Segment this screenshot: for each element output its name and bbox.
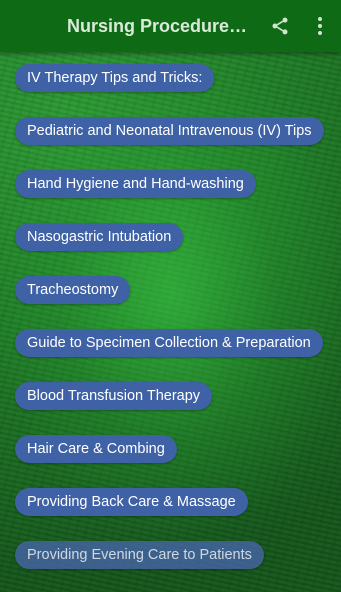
topic-item-hand-hygiene[interactable]: Hand Hygiene and Hand-washing	[15, 170, 256, 198]
topic-item-evening-care[interactable]: Providing Evening Care to Patients	[15, 541, 264, 569]
more-vert-icon[interactable]	[310, 15, 330, 37]
topic-item-hair-care[interactable]: Hair Care & Combing	[15, 435, 177, 463]
topic-item-back-care[interactable]: Providing Back Care & Massage	[15, 488, 248, 516]
app-title: Nursing Procedures...	[67, 15, 252, 36]
topic-item-blood-transfusion[interactable]: Blood Transfusion Therapy	[15, 382, 213, 410]
app-bar: Nursing Procedures...	[0, 0, 341, 52]
topic-item-iv-therapy-tips[interactable]: IV Therapy Tips and Tricks:	[15, 64, 215, 92]
hamburger-menu-icon[interactable]	[17, 17, 39, 35]
topic-item-nasogastric-intubation[interactable]: Nasogastric Intubation	[15, 223, 184, 251]
app-screen: Nursing Procedures... IV Therapy Tips an…	[0, 0, 341, 592]
share-icon[interactable]	[270, 16, 290, 36]
topic-item-specimen-collection[interactable]: Guide to Specimen Collection & Preparati…	[15, 329, 323, 357]
topic-item-pediatric-neonatal-iv[interactable]: Pediatric and Neonatal Intravenous (IV) …	[15, 117, 324, 145]
topic-item-tracheostomy[interactable]: Tracheostomy	[15, 276, 131, 304]
